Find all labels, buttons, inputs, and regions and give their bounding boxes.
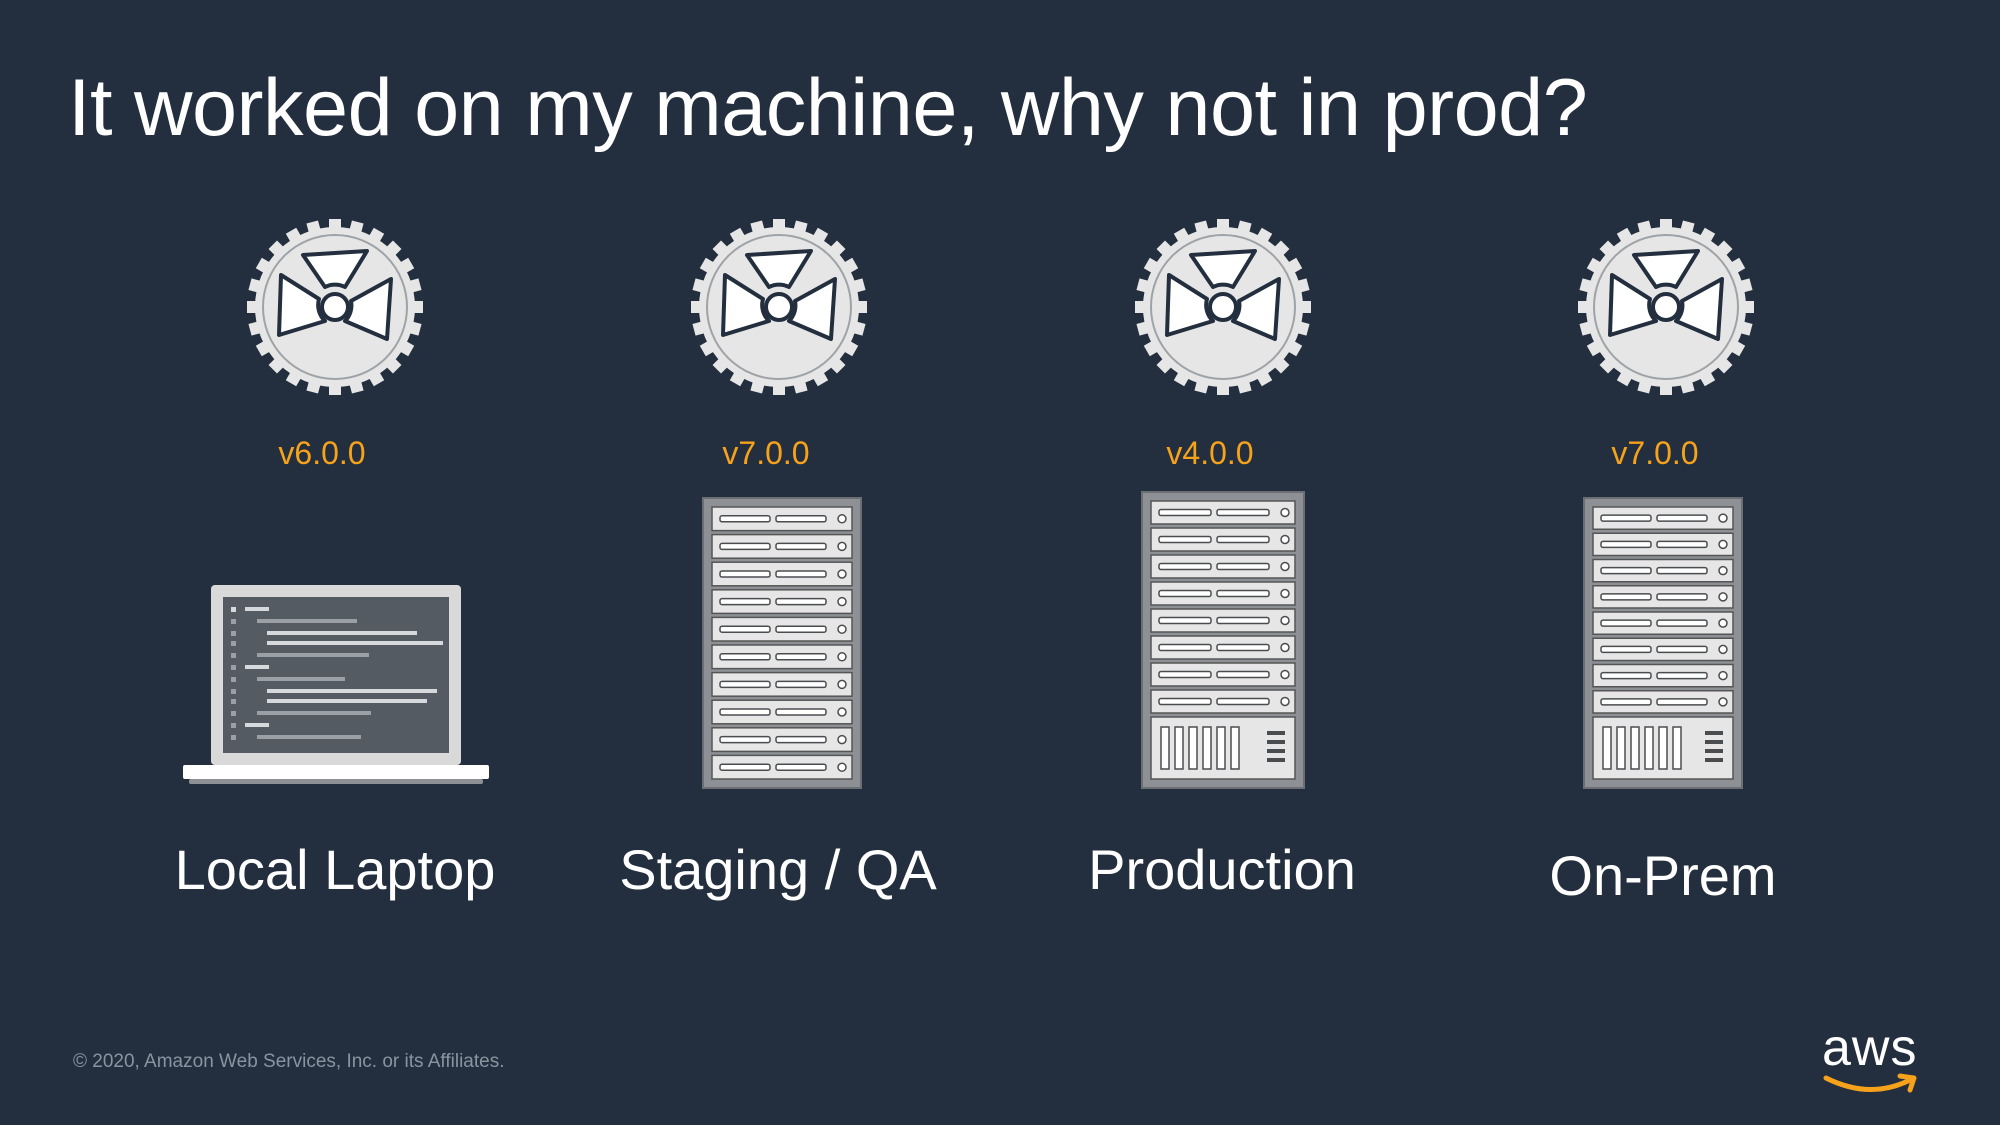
environment-label: Production <box>1088 838 1356 901</box>
aws-logo: aws <box>1822 1022 1922 1098</box>
laptop-icon <box>183 583 489 788</box>
gear-icon <box>1133 217 1313 397</box>
version-label: v6.0.0 <box>278 435 366 471</box>
slide-title: It worked on my machine, why not in prod… <box>68 63 1588 153</box>
gear-icon-svg <box>1578 219 1754 395</box>
aws-logo-text: aws <box>1822 1019 1918 1077</box>
version-label: v4.0.0 <box>1166 435 1254 471</box>
server-rack-icon <box>1141 491 1305 789</box>
copyright-footer: © 2020, Amazon Web Services, Inc. or its… <box>73 1051 505 1072</box>
gear-icon <box>245 217 425 397</box>
gear-icon-svg <box>247 219 423 395</box>
server-rack-icon <box>1583 497 1743 789</box>
environment-label: On-Prem <box>1549 844 1777 907</box>
gear-icon <box>1576 217 1756 397</box>
server-rack-icon <box>702 497 862 789</box>
gear-icon-svg <box>691 219 867 395</box>
version-label: v7.0.0 <box>722 435 810 471</box>
gear-icon-svg <box>1135 219 1311 395</box>
environment-label: Staging / QA <box>619 838 937 901</box>
environment-label: Local Laptop <box>174 838 496 901</box>
version-label: v7.0.0 <box>1611 435 1699 471</box>
gear-icon <box>689 217 869 397</box>
